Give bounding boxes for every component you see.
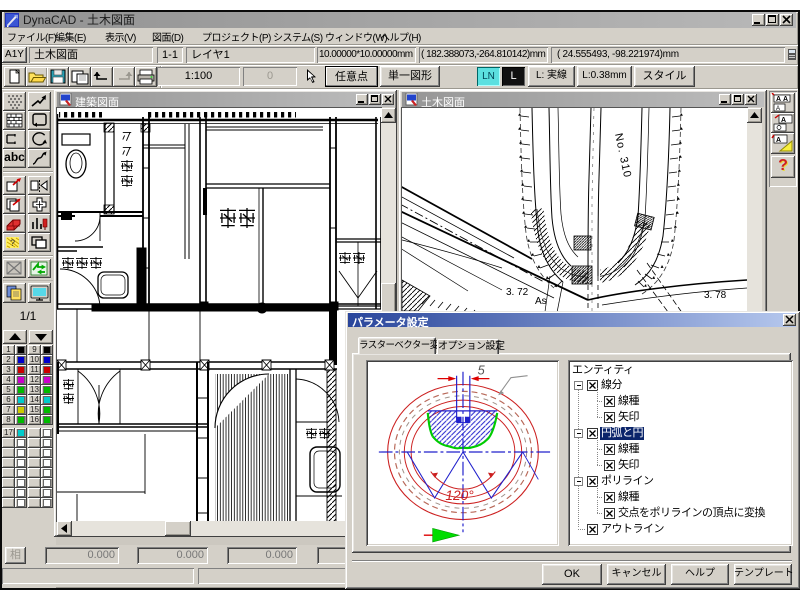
svg-text:120°: 120°	[445, 488, 474, 503]
svg-text:3. 72: 3. 72	[506, 287, 529, 298]
svg-text:3. 78: 3. 78	[704, 290, 727, 301]
svg-text:5: 5	[478, 363, 486, 378]
svg-text:As: As	[535, 296, 547, 307]
svg-text:A: A	[776, 96, 781, 103]
svg-text:A: A	[776, 137, 781, 144]
svg-text:A: A	[781, 117, 786, 124]
svg-text:?: ?	[10, 238, 15, 248]
svg-text:No. 310: No. 310	[612, 132, 633, 179]
svg-text:A: A	[776, 106, 780, 112]
svg-text:A: A	[783, 96, 788, 103]
